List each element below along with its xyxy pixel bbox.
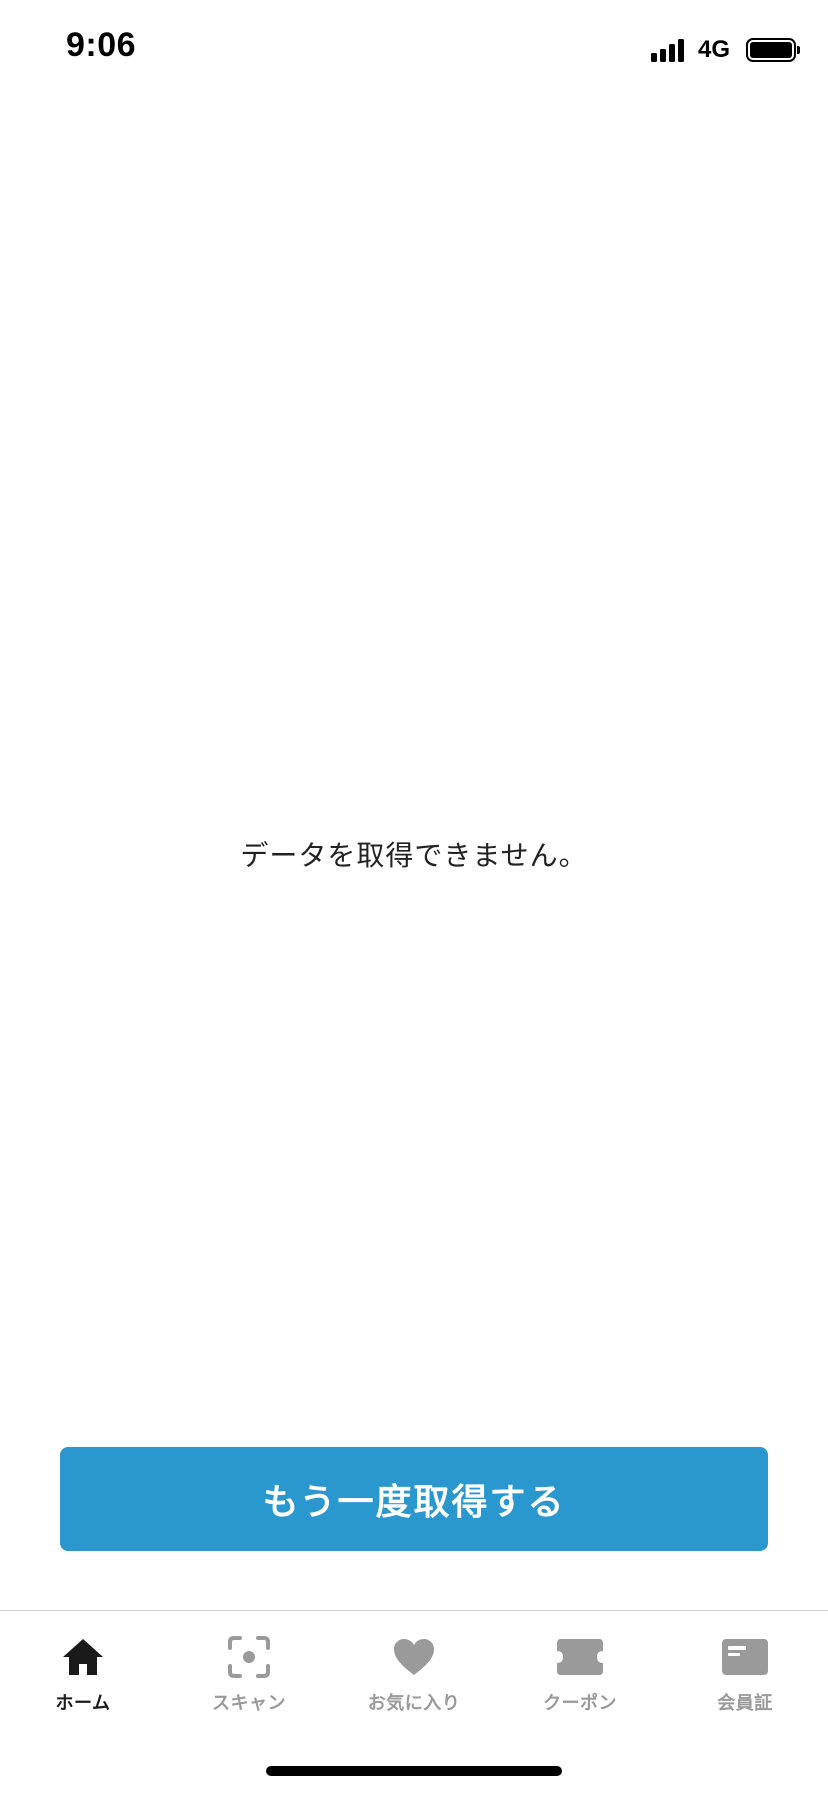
- tab-coupon[interactable]: クーポン: [497, 1633, 663, 1733]
- battery-icon: [746, 38, 800, 62]
- heart-icon: [390, 1633, 438, 1681]
- tab-favorites-label: お気に入り: [367, 1693, 461, 1714]
- status-time: 9:06: [66, 26, 137, 64]
- retry-button[interactable]: もう一度取得する: [60, 1447, 768, 1551]
- network-type-label: 4G: [697, 36, 730, 63]
- tab-coupon-label: クーポン: [543, 1693, 617, 1714]
- home-indicator: [266, 1766, 562, 1776]
- scan-icon: [225, 1633, 273, 1681]
- cellular-signal-icon: [650, 38, 684, 62]
- tab-scan[interactable]: スキャン: [166, 1633, 332, 1733]
- error-message: データを取得できません。: [240, 839, 588, 872]
- member-card-icon: [721, 1633, 769, 1681]
- tab-member-card[interactable]: 会員証: [662, 1633, 828, 1733]
- tab-home[interactable]: ホーム: [0, 1633, 166, 1733]
- tab-home-label: ホーム: [55, 1693, 111, 1714]
- status-bar: 9:06 4G: [0, 0, 828, 100]
- tab-scan-label: スキャン: [212, 1693, 286, 1714]
- home-icon: [59, 1633, 107, 1681]
- tab-member-card-label: 会員証: [717, 1693, 773, 1714]
- coupon-icon: [556, 1633, 604, 1681]
- tab-favorites[interactable]: お気に入り: [331, 1633, 497, 1733]
- status-indicators: 4G: [650, 36, 800, 64]
